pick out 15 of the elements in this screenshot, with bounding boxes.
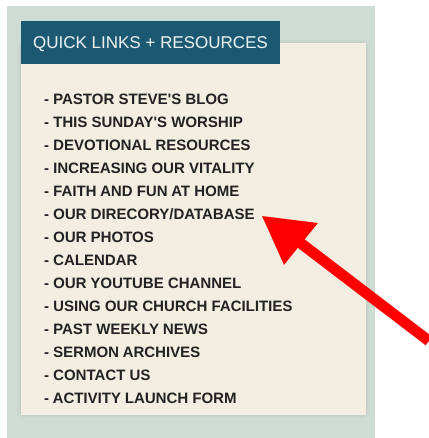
quick-link[interactable]: - CONTACT US — [44, 364, 150, 387]
quick-link[interactable]: - DEVOTIONAL RESOURCES — [44, 134, 250, 157]
quick-link[interactable]: - SERMON ARCHIVES — [44, 341, 200, 364]
quick-link[interactable]: - PAST WEEKLY NEWS — [44, 318, 208, 341]
quick-link[interactable]: - INCREASING OUR VITALITY — [44, 157, 255, 180]
widget-title: QUICK LINKS + RESOURCES — [21, 21, 280, 64]
quick-link[interactable]: - THIS SUNDAY'S WORSHIP — [44, 111, 243, 134]
quick-link[interactable]: - ACTIVITY LAUNCH FORM — [44, 387, 236, 410]
quick-link[interactable]: - OUR YOUTUBE CHANNEL — [44, 272, 242, 295]
quick-link[interactable]: - USING OUR CHURCH FACILITIES — [44, 295, 292, 318]
quick-link[interactable]: - CALENDAR — [44, 249, 138, 272]
quick-link[interactable]: - FAITH AND FUN AT HOME — [44, 180, 240, 203]
quick-link[interactable]: - OUR PHOTOS — [44, 226, 154, 249]
quick-link[interactable]: - OUR DIRECORY/DATABASE — [44, 203, 255, 226]
quick-link[interactable]: - PASTOR STEVE'S BLOG — [44, 88, 229, 111]
